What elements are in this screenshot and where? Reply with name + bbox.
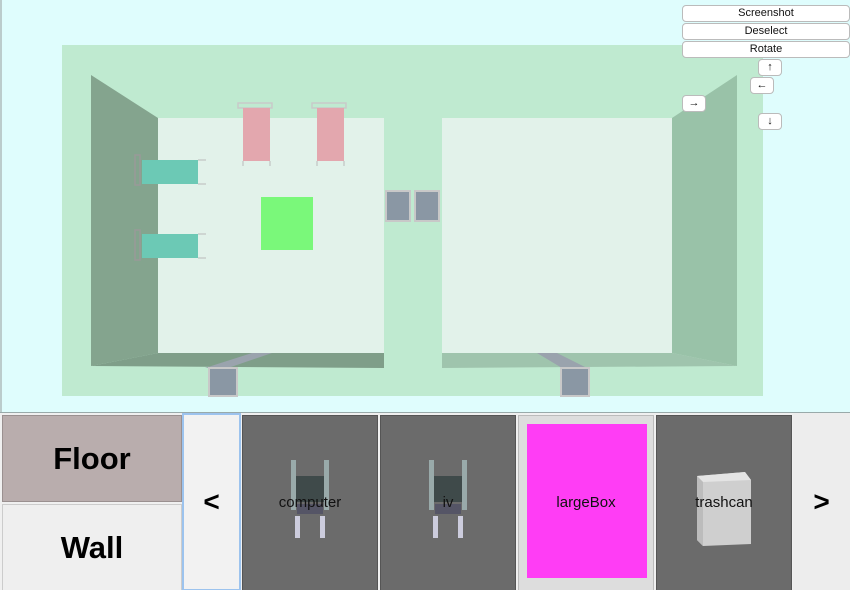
item-computer[interactable]: computer (242, 415, 378, 590)
selected-floor-tile[interactable] (261, 197, 313, 250)
item-iv[interactable]: iv (380, 415, 516, 590)
object-toolbar: Floor Wall < computer iv largeBox trashc… (0, 412, 850, 590)
screenshot-button[interactable]: Screenshot (682, 5, 850, 22)
move-left-button[interactable]: ← (750, 77, 774, 94)
bed-pink-1[interactable] (237, 102, 273, 166)
item-largebox[interactable]: largeBox (518, 415, 654, 590)
3d-viewport[interactable]: Screenshot Deselect Rotate ↑ ← → ↓ (0, 0, 850, 412)
carousel-prev-button[interactable]: < (182, 413, 241, 590)
item-label: iv (442, 494, 454, 511)
right-room-east-wall (672, 75, 737, 366)
floor-plan-scene[interactable] (2, 0, 850, 412)
item-trashcan[interactable]: trashcan (656, 415, 792, 590)
move-up-button[interactable]: ↑ (758, 59, 782, 76)
floor-mode-button[interactable]: Floor (2, 415, 182, 502)
carousel-next-button[interactable]: > (793, 413, 850, 590)
bed-pink-2[interactable] (311, 102, 347, 166)
item-label: trashcan (695, 494, 753, 511)
move-right-button[interactable]: → (682, 95, 706, 112)
bed-teal-2[interactable] (134, 229, 206, 261)
rotate-button[interactable]: Rotate (682, 41, 850, 58)
right-room-floor[interactable] (442, 118, 672, 353)
left-room-west-wall (91, 75, 158, 366)
wall-mode-button[interactable]: Wall (2, 504, 182, 590)
move-down-button[interactable]: ↓ (758, 113, 782, 130)
deselect-button[interactable]: Deselect (682, 23, 850, 40)
item-label: largeBox (556, 494, 616, 511)
item-label: computer (278, 494, 342, 511)
